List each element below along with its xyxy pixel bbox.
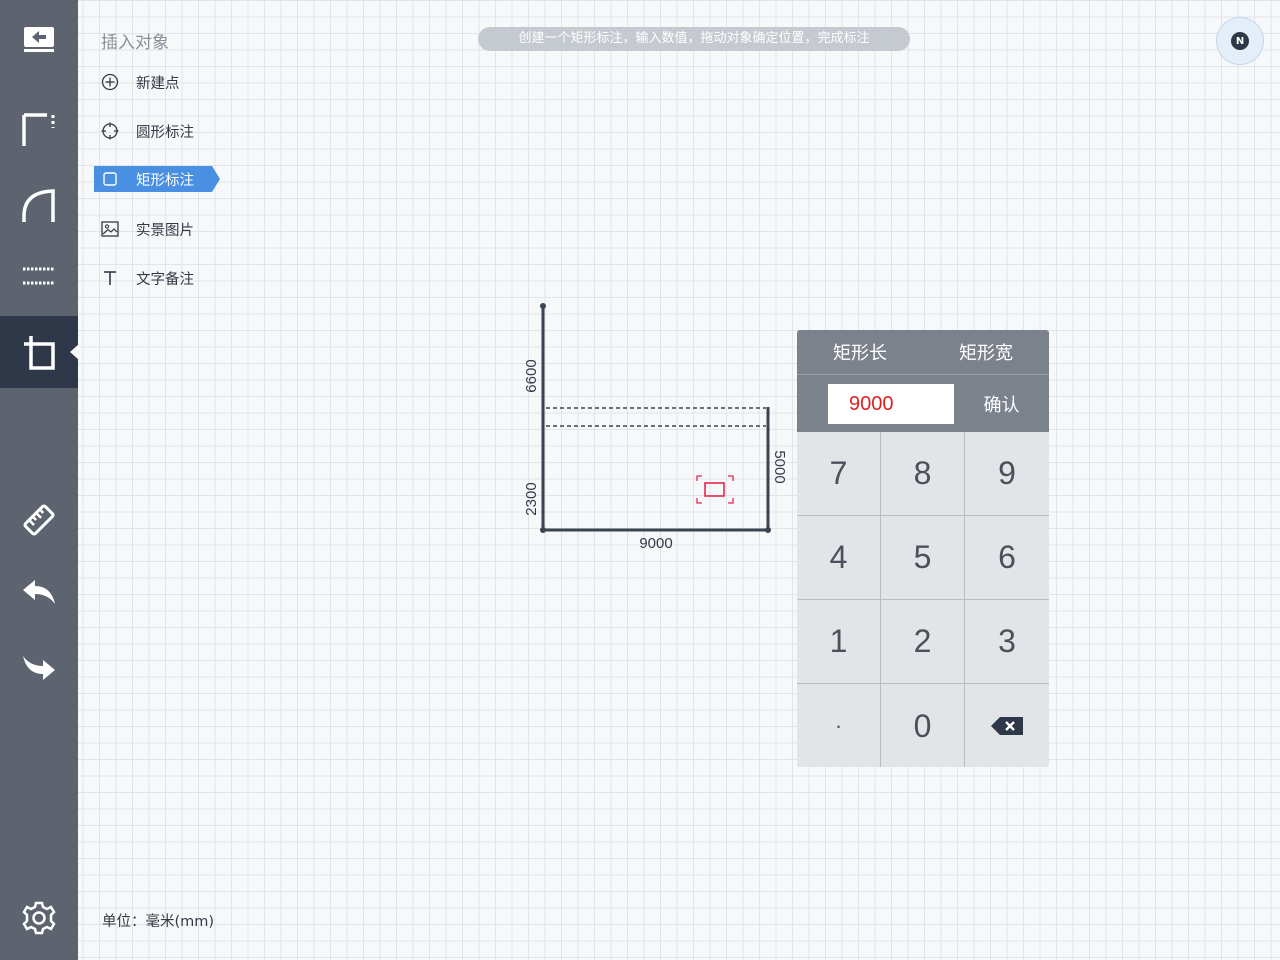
- key-dot[interactable]: ·: [797, 684, 881, 767]
- backspace-button[interactable]: [965, 684, 1049, 767]
- unit-label: 单位：毫米(mm): [102, 914, 215, 930]
- keypad-input-row: 9000 确认: [797, 374, 1049, 432]
- key-5[interactable]: 5: [881, 516, 965, 600]
- keypad-grid: 7 8 9 4 5 6 1 2 3 · 0: [797, 432, 1049, 767]
- key-1[interactable]: 1: [797, 600, 881, 684]
- floorplan-canvas[interactable]: 6600 2300 5000 9000: [0, 0, 1280, 960]
- dim-bottom: 9000: [639, 535, 672, 552]
- key-4[interactable]: 4: [797, 516, 881, 600]
- wall-node[interactable]: [540, 527, 546, 533]
- wall-node[interactable]: [540, 303, 546, 309]
- tab-rect-length[interactable]: 矩形长: [797, 330, 923, 374]
- dim-left-upper: 6600: [523, 359, 540, 392]
- key-2[interactable]: 2: [881, 600, 965, 684]
- numeric-keypad: 矩形长 矩形宽 9000 确认 7 8 9 4 5 6 1 2 3 · 0: [797, 330, 1049, 767]
- keypad-header: 矩形长 矩形宽: [797, 330, 1049, 374]
- key-6[interactable]: 6: [965, 516, 1049, 600]
- key-3[interactable]: 3: [965, 600, 1049, 684]
- rect-annotation-marker[interactable]: [696, 475, 734, 504]
- key-7[interactable]: 7: [797, 432, 881, 516]
- key-0[interactable]: 0: [881, 684, 965, 767]
- confirm-button[interactable]: 确认: [954, 391, 1049, 417]
- key-9[interactable]: 9: [965, 432, 1049, 516]
- dim-left-lower: 2300: [523, 482, 540, 515]
- tab-rect-width[interactable]: 矩形宽: [923, 330, 1049, 374]
- backspace-icon: [991, 717, 1023, 735]
- wall-node[interactable]: [765, 527, 771, 533]
- key-8[interactable]: 8: [881, 432, 965, 516]
- dim-right: 5000: [771, 450, 788, 483]
- value-input[interactable]: 9000: [828, 383, 954, 424]
